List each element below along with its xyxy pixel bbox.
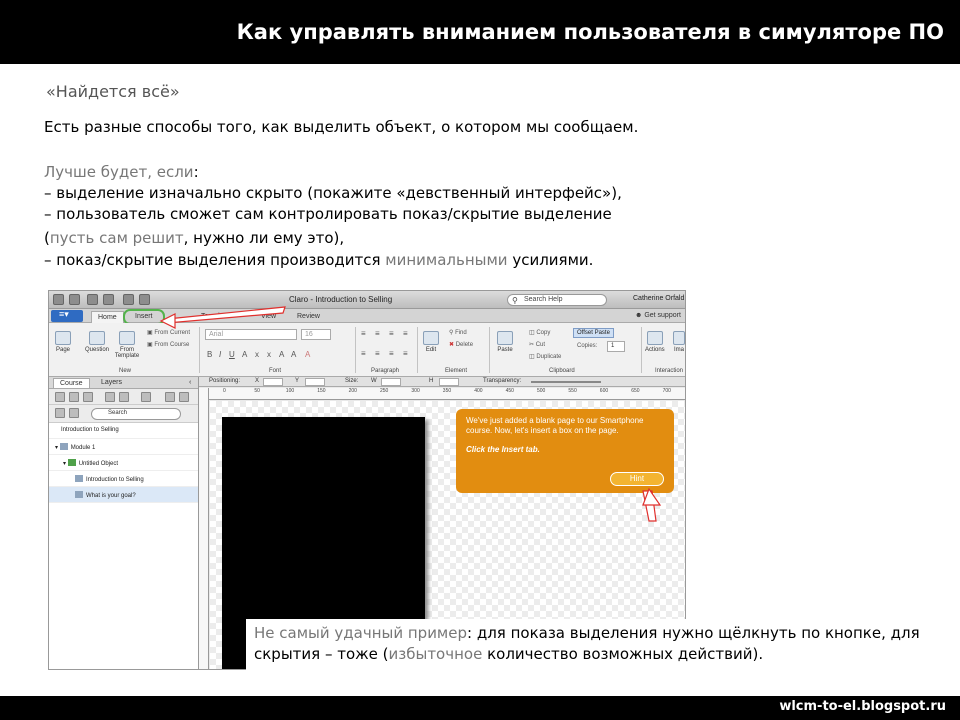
- better-colon: :: [193, 163, 199, 181]
- arrow-head-left: [159, 313, 176, 329]
- intro-text: Есть разные способы того, как выделить о…: [44, 118, 639, 136]
- slide-subtitle: «Найдется всё»: [46, 82, 180, 101]
- rule-line-4-start: – показ/скрытие выделения производится: [44, 251, 386, 269]
- annotation-overlay: [159, 306, 662, 522]
- rule-line-4-end: усилиями.: [507, 251, 594, 269]
- rule-line-3: (пусть сам решит, нужно ли ему это),: [44, 228, 344, 249]
- slide-title: Как управлять вниманием пользователя в с…: [0, 0, 960, 64]
- rule-line-4: – показ/скрытие выделения производится м…: [44, 250, 593, 271]
- rule-line-3-gray: пусть сам решит: [49, 229, 184, 247]
- rule-line-2: – пользователь сможет сам контролировать…: [44, 205, 612, 223]
- arrow-to-insert-tab: [166, 306, 286, 324]
- caption-part-2: количество возможных действий).: [482, 645, 764, 663]
- example-caption: Не самый удачный пример: для показа выде…: [246, 619, 946, 671]
- better-line: Лучше будет, если:: [44, 162, 199, 183]
- footer-url: wlcm-to-el.blogspot.ru: [0, 696, 960, 720]
- app-screenshot: Claro - Introduction to Selling ⚲ Search…: [48, 290, 686, 670]
- better-label: Лучше будет, если: [44, 163, 194, 181]
- rule-line-3-rest: , нужно ли ему это),: [183, 229, 345, 247]
- caption-gray-1: Не самый удачный пример: [254, 624, 468, 642]
- rule-line-1: – выделение изначально скрыто (покажите …: [44, 184, 622, 202]
- caption-gray-2: избыточное: [388, 645, 483, 663]
- rule-line-4-gray: минимальными: [385, 251, 508, 269]
